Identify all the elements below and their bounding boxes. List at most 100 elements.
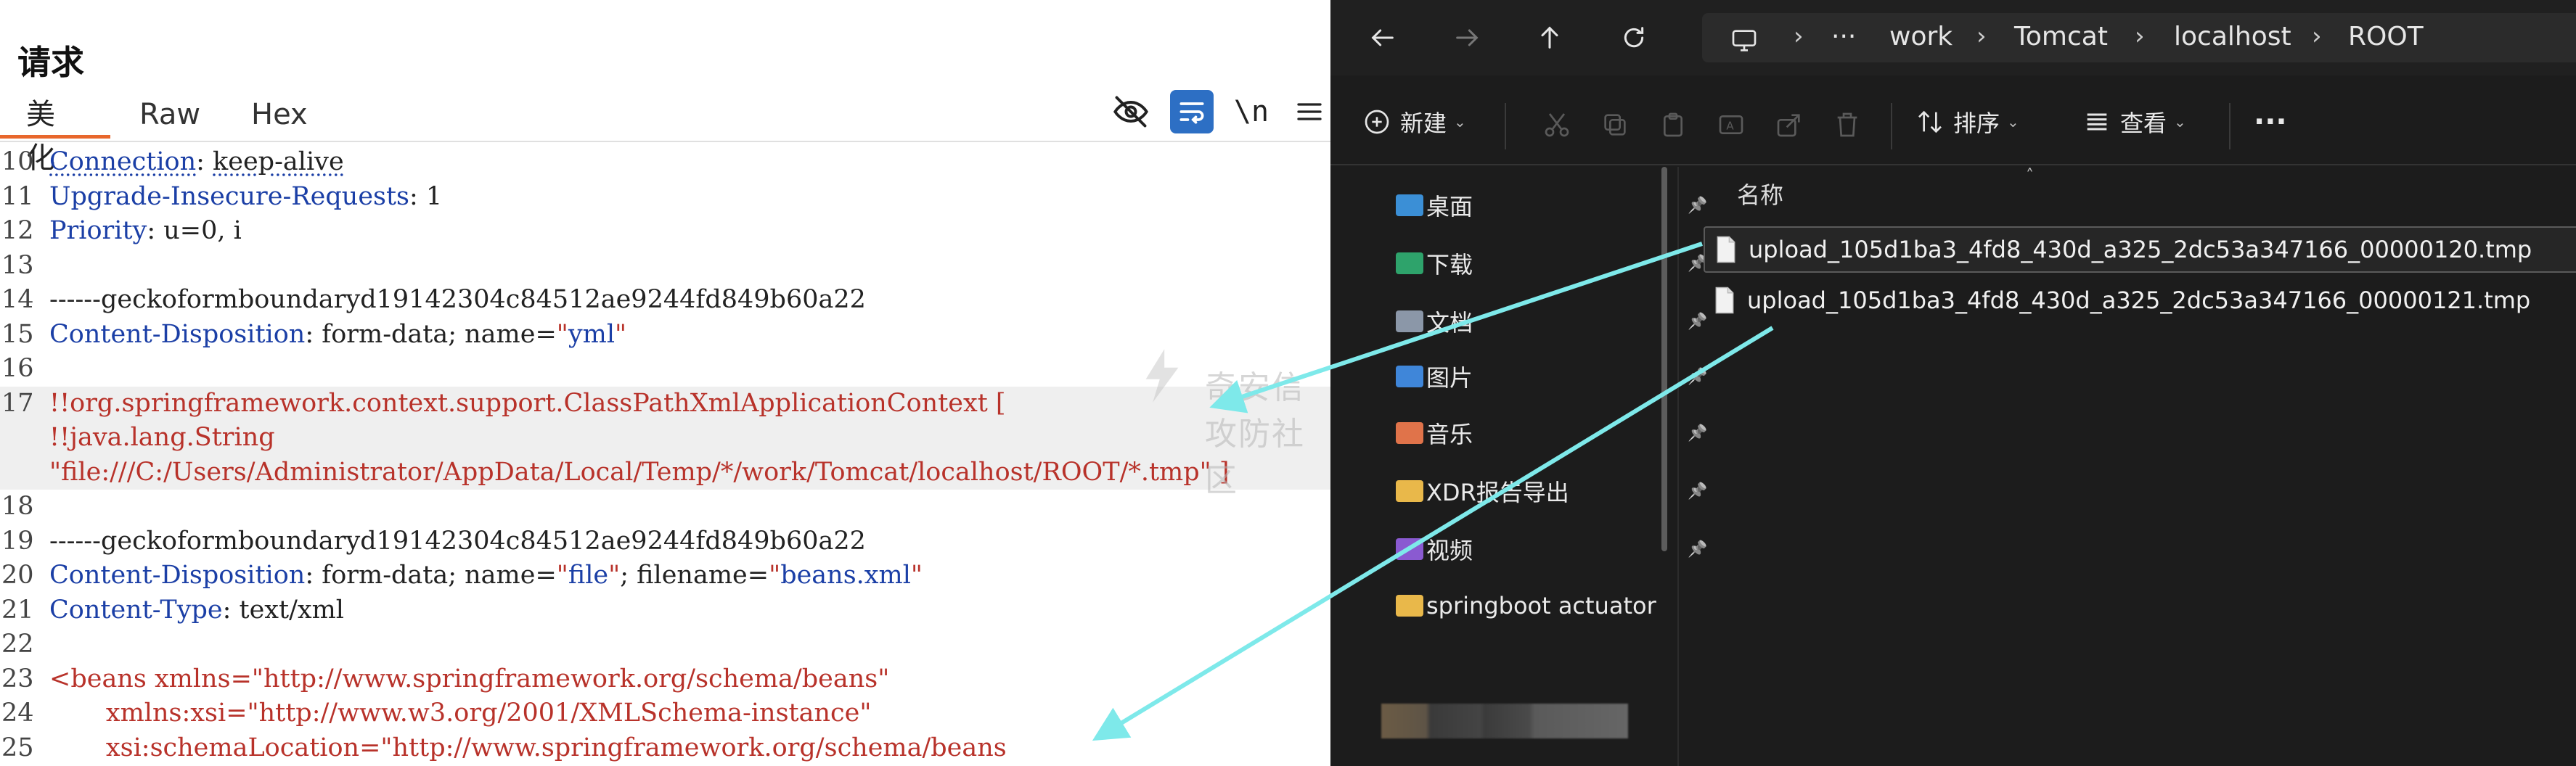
sidebar-item[interactable]: 视频 📌: [1396, 525, 1707, 573]
sidebar-scrollbar[interactable]: [1661, 167, 1667, 551]
sidebar-item[interactable]: 桌面 📌: [1396, 181, 1707, 229]
sidebar-item-label: 桌面: [1426, 193, 1473, 221]
column-header-name[interactable]: 名称: [1737, 177, 1783, 210]
code-token: ------geckoformboundaryd19142304c84512ae…: [49, 285, 866, 314]
code-token: : u=0, i: [147, 216, 242, 245]
code-line[interactable]: 24 xmlns:xsi="http://www.w3.org/2001/XML…: [0, 696, 1330, 731]
sidebar-item-label: 音乐: [1426, 421, 1473, 448]
code-token: xmlns:xsi="http://www.w3.org/2001/XMLSch…: [49, 699, 872, 728]
file-row[interactable]: upload_105d1ba3_4fd8_430d_a325_2dc53a347…: [1704, 277, 2576, 324]
cut-icon[interactable]: [1538, 106, 1576, 144]
view-button[interactable]: 查看 ⌄: [2082, 100, 2186, 144]
toolbar-divider: [2229, 103, 2231, 149]
tab-pretty[interactable]: 美化: [26, 93, 55, 175]
sort-button[interactable]: 排序 ⌄: [1915, 100, 2019, 144]
hamburger-menu-icon[interactable]: [1288, 90, 1330, 133]
chevron-down-icon: ⌄: [2174, 113, 2186, 131]
eye-off-icon[interactable]: [1109, 90, 1153, 133]
code-token: : text/xml: [222, 595, 345, 625]
sidebar-item[interactable]: 下载 📌: [1396, 239, 1707, 287]
monitor-icon[interactable]: [1730, 23, 1759, 52]
line-number: 17: [1, 388, 34, 418]
more-options-button[interactable]: ···: [2254, 100, 2287, 144]
rename-icon[interactable]: A: [1712, 106, 1750, 144]
arrow-up-icon[interactable]: [1529, 17, 1570, 58]
line-text: <beans xmlns="http://www.springframework…: [49, 662, 889, 696]
tab-raw[interactable]: Raw: [139, 93, 200, 141]
code-line[interactable]: 17 !!org.springframework.context.support.…: [0, 386, 1330, 421]
file-row[interactable]: upload_105d1ba3_4fd8_430d_a325_2dc53a347…: [1704, 226, 2576, 273]
code-line[interactable]: 23 <beans xmlns="http://www.springframewo…: [0, 662, 1330, 697]
code-token: !!java.lang.String: [49, 423, 275, 452]
chevron-right-icon: ›: [1794, 22, 1804, 51]
breadcrumb-work[interactable]: work: [1889, 13, 1953, 62]
code-line[interactable]: 11 Upgrade-Insecure-Requests: 1: [0, 180, 1330, 215]
chevron-down-icon: ⌄: [1454, 113, 1466, 131]
arrow-right-icon[interactable]: [1447, 17, 1487, 58]
line-number: 18: [1, 492, 34, 521]
address-bar[interactable]: › ··· work › Tomcat › localhost › ROOT: [1702, 13, 2576, 62]
sort-button-label: 排序: [1953, 110, 2000, 137]
view-button-label: 查看: [2120, 110, 2167, 137]
refresh-icon[interactable]: [1614, 17, 1654, 58]
code-line[interactable]: "file:///C:/Users/Administrator/AppData/…: [0, 455, 1330, 490]
code-line[interactable]: 25 xsi:schemaLocation="http://www.spring…: [0, 731, 1330, 766]
code-token: file: [568, 561, 609, 590]
code-line[interactable]: 19 ------geckoformboundaryd19142304c84512…: [0, 524, 1330, 559]
code-line[interactable]: 14 ------geckoformboundaryd19142304c84512…: [0, 283, 1330, 318]
new-button[interactable]: 新建 ⌄: [1362, 100, 1466, 144]
code-line[interactable]: 18: [0, 490, 1330, 524]
line-text: ------geckoformboundaryd19142304c84512ae…: [49, 524, 866, 559]
breadcrumb-localhost[interactable]: localhost: [2174, 13, 2291, 62]
line-text: !!java.lang.String: [49, 421, 275, 455]
file-list: 名称 ˄ upload_105d1ba3_4fd8_430d_a325_2dc5…: [1679, 167, 2576, 766]
chevron-right-icon: ›: [2135, 22, 2145, 51]
breadcrumb-tomcat[interactable]: Tomcat: [2014, 13, 2108, 62]
code-line[interactable]: 15 Content-Disposition: form-data; name="…: [0, 318, 1330, 353]
code-line[interactable]: 22: [0, 627, 1330, 662]
code-token: Content-Type: [49, 595, 223, 625]
copy-icon[interactable]: [1596, 106, 1634, 144]
folder-icon: [1396, 194, 1423, 216]
list-view-icon: [2087, 113, 2107, 131]
line-text: Connection: keep-alive: [49, 145, 344, 179]
navigation-pane: 桌面 📌 下载 📌 文档 📌 图片 📌 音乐 📌 XDR报告导出 📌 视频 📌 springboot act…: [1330, 167, 1707, 766]
tab-hex[interactable]: Hex: [251, 93, 308, 141]
breadcrumb-root[interactable]: ROOT: [2348, 13, 2424, 62]
code-line[interactable]: 13: [0, 249, 1330, 284]
folder-icon: [1396, 310, 1423, 332]
sidebar-item[interactable]: 图片 📌: [1396, 353, 1707, 400]
code-token: <beans xmlns="http://www.springframework…: [49, 664, 890, 693]
line-number: 13: [1, 250, 34, 280]
word-wrap-icon[interactable]: [1170, 90, 1214, 133]
arrow-left-icon[interactable]: [1362, 17, 1403, 58]
sidebar-item[interactable]: 文档 📌: [1396, 297, 1707, 345]
line-number: 20: [1, 561, 34, 590]
code-line[interactable]: 21 Content-Type: text/xml: [0, 593, 1330, 628]
sort-caret-icon: ˄: [2026, 167, 2034, 185]
code-line[interactable]: 12 Priority: u=0, i: [0, 214, 1330, 249]
chevron-right-icon: ›: [1976, 22, 1987, 51]
code-token: !!org.springframework.context.support.Cl…: [49, 388, 1006, 418]
sidebar-item[interactable]: XDR报告导出 📌: [1396, 467, 1707, 515]
share-icon[interactable]: [1770, 106, 1808, 144]
command-bar: 新建 ⌄ A 排序 ⌄ 查看 ⌄ ···: [1330, 78, 2576, 165]
code-line[interactable]: 10 Connection: keep-alive: [0, 145, 1330, 180]
code-token: ; filename=: [620, 561, 769, 590]
code-line[interactable]: 20 Content-Disposition: form-data; name="…: [0, 559, 1330, 593]
file-icon: [1715, 287, 1734, 314]
delete-icon[interactable]: [1828, 106, 1866, 144]
breadcrumb-overflow[interactable]: ···: [1831, 13, 1856, 62]
show-newlines-toggle[interactable]: \n: [1230, 90, 1273, 133]
code-line[interactable]: !!java.lang.String: [0, 421, 1330, 456]
request-body-editor[interactable]: 10 Connection: keep-alive 11 Upgrade-Insecu…: [0, 145, 1330, 765]
sidebar-item[interactable]: 音乐 📌: [1396, 409, 1707, 457]
line-number: 23: [1, 664, 34, 693]
watermark-logo-icon: [1145, 349, 1179, 403]
code-line[interactable]: 16: [0, 352, 1330, 387]
paste-icon[interactable]: [1654, 106, 1692, 144]
folder-icon: [1396, 595, 1423, 617]
active-tab-indicator: [0, 135, 110, 139]
folder-icon: [1396, 366, 1423, 387]
sidebar-item[interactable]: springboot actuator: [1396, 582, 1672, 630]
